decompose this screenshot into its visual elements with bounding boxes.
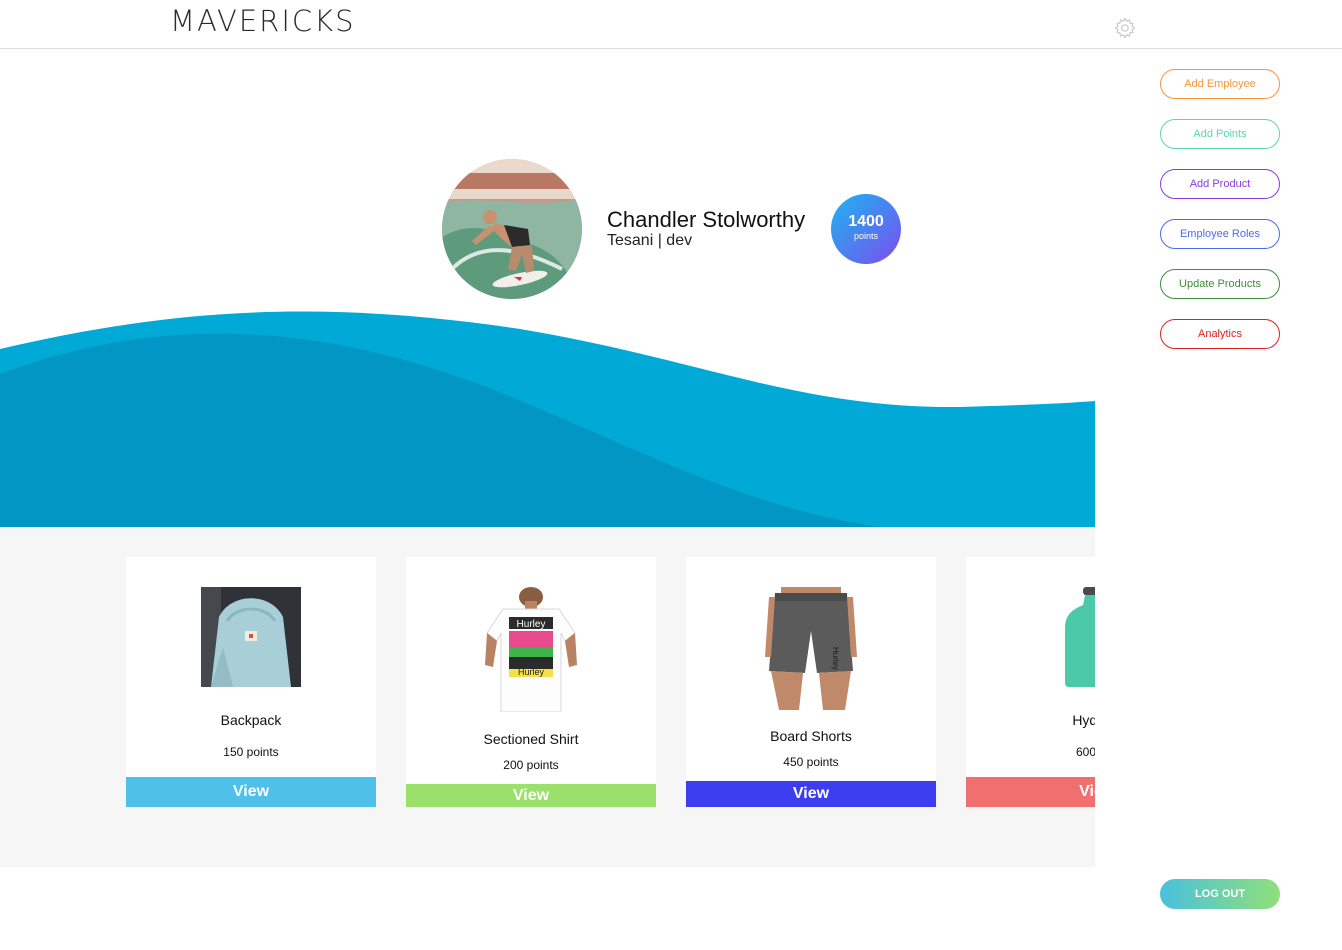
product-points: 600 p bbox=[1075, 745, 1095, 759]
product-points: 150 points bbox=[223, 745, 279, 759]
app-logo[interactable]: MAVERICKS bbox=[170, 4, 356, 38]
add-points-button[interactable]: Add Points bbox=[1160, 119, 1280, 149]
product-card-backpack: Backpack 150 points View bbox=[126, 557, 376, 807]
employee-name: Chandler Stolworthy bbox=[607, 207, 806, 232]
view-button[interactable]: View bbox=[406, 784, 656, 807]
gear-icon[interactable] bbox=[1113, 16, 1137, 40]
svg-text:Hurley: Hurley bbox=[517, 619, 546, 630]
view-button[interactable]: View bbox=[126, 777, 376, 807]
surfer-photo bbox=[442, 159, 582, 299]
svg-text:Hurley: Hurley bbox=[518, 667, 545, 677]
header: MAVERICKS bbox=[0, 0, 1342, 49]
product-image-bottle bbox=[1041, 587, 1095, 687]
product-card-board-shorts: Hurley Board Shorts 450 points View bbox=[686, 557, 936, 807]
product-name: Hydro bbox=[1072, 712, 1095, 728]
profile-hero: Chandler Stolworthy Tesani | dev 1400 po… bbox=[0, 49, 1095, 527]
main-content: Chandler Stolworthy Tesani | dev 1400 po… bbox=[0, 49, 1095, 950]
wave-background bbox=[0, 311, 1095, 527]
add-product-button[interactable]: Add Product bbox=[1160, 169, 1280, 199]
product-card-sectioned-shirt: Hurley Hurley Sectioned Shirt 200 points… bbox=[406, 557, 656, 807]
view-button[interactable]: Vie bbox=[966, 777, 1095, 807]
product-image-backpack bbox=[201, 587, 301, 687]
employee-roles-button[interactable]: Employee Roles bbox=[1160, 219, 1280, 249]
analytics-button[interactable]: Analytics bbox=[1160, 319, 1280, 349]
product-list: Backpack 150 points View Hurley Hurley S… bbox=[0, 527, 1095, 867]
product-points: 200 points bbox=[503, 758, 559, 772]
product-name: Board Shorts bbox=[770, 728, 852, 744]
product-name: Backpack bbox=[220, 712, 282, 728]
logout-button[interactable]: LOG OUT bbox=[1160, 879, 1280, 909]
product-image-shorts: Hurley bbox=[761, 587, 861, 710]
update-products-button[interactable]: Update Products bbox=[1160, 269, 1280, 299]
avatar bbox=[442, 159, 582, 299]
points-label: points bbox=[853, 231, 879, 241]
company-role: Tesani | dev bbox=[607, 232, 693, 249]
svg-text:Hurley: Hurley bbox=[831, 647, 840, 670]
product-points: 450 points bbox=[783, 755, 839, 769]
points-value: 1400 bbox=[848, 213, 884, 230]
product-name: Sectioned Shirt bbox=[483, 731, 579, 747]
points-badge: 1400 points bbox=[831, 194, 901, 264]
view-button[interactable]: View bbox=[686, 781, 936, 807]
add-employee-button[interactable]: Add Employee bbox=[1160, 69, 1280, 99]
product-image-shirt: Hurley Hurley bbox=[481, 587, 581, 712]
product-card-hydro: Hydro 600 p Vie bbox=[966, 557, 1095, 807]
admin-sidebar: Add Employee Add Points Add Product Empl… bbox=[1095, 49, 1342, 950]
